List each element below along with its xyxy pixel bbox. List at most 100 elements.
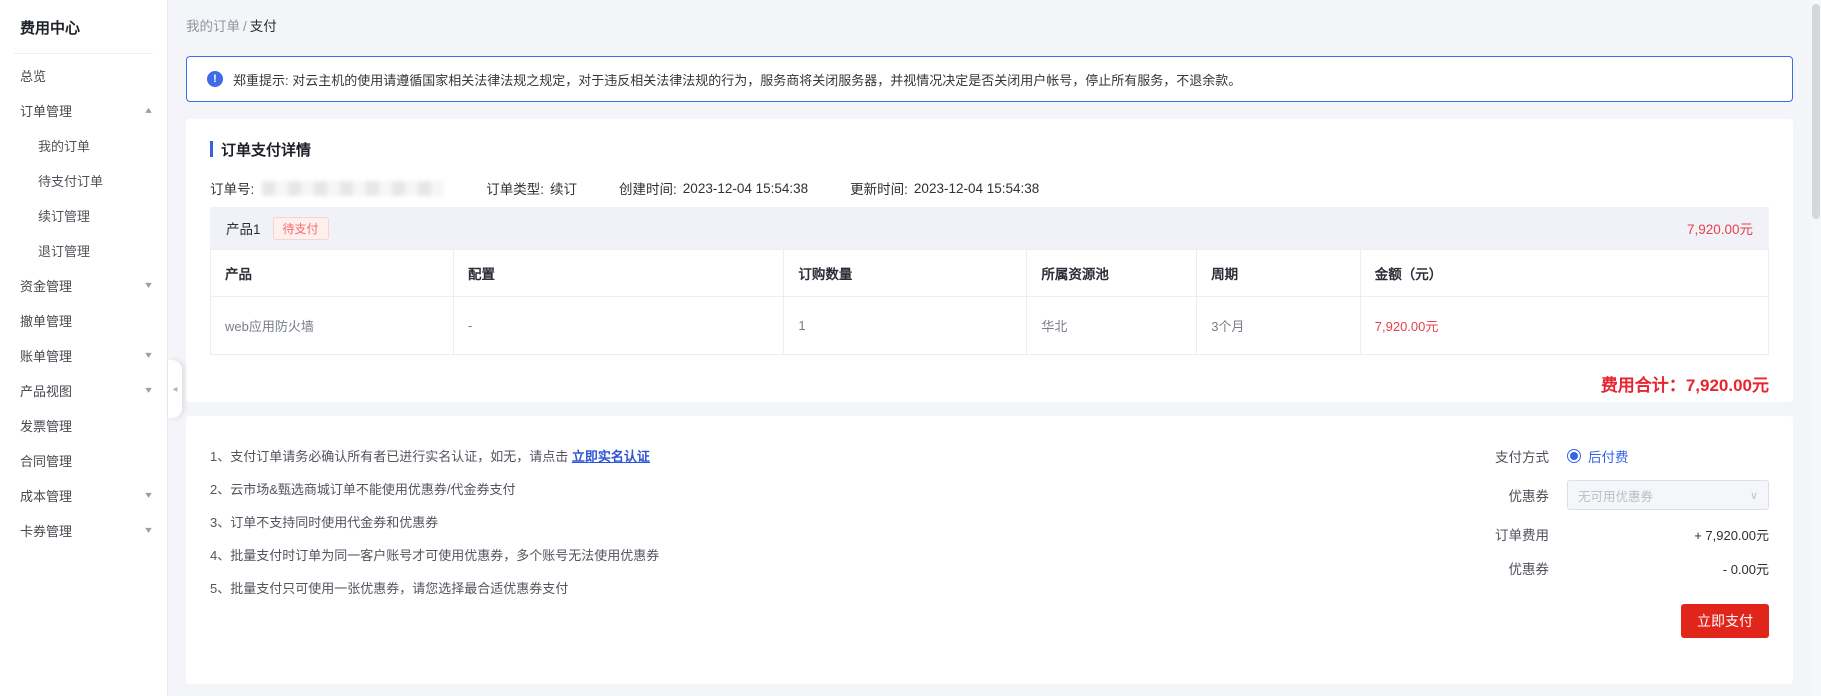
order-number-label: 订单号: xyxy=(210,178,254,198)
order-created-value: 2023-12-04 15:54:38 xyxy=(683,181,808,196)
sidebar-divider xyxy=(14,53,153,54)
chevron-up-icon: ▴ xyxy=(145,105,152,116)
payment-method-row: 支付方式 后付费 xyxy=(1469,446,1769,466)
pay-button-row: 立即支付 xyxy=(1469,604,1769,638)
sidebar-item-label: 账单管理 xyxy=(20,346,72,365)
sidebar-item-pending-orders[interactable]: 待支付订单 xyxy=(0,163,167,198)
breadcrumb-my-orders[interactable]: 我的订单 xyxy=(186,19,240,34)
scrollbar-thumb[interactable] xyxy=(1812,4,1820,219)
coupon-select-wrap: 无可用优惠券 ∨ xyxy=(1567,480,1769,510)
sidebar-item-label: 撤单管理 xyxy=(20,311,72,330)
postpaid-radio-label[interactable]: 后付费 xyxy=(1588,446,1629,466)
title-accent-bar xyxy=(210,141,213,157)
total-cost-label: 费用合计： xyxy=(1601,376,1686,395)
sidebar-item-order-management[interactable]: 订单管理 ▴ xyxy=(0,93,167,128)
payment-notes: 1、支付订单请务必确认所有者已进行实名认证，如无，请点击 立即实名认证 2、云市… xyxy=(210,446,1469,660)
order-type-label: 订单类型: xyxy=(486,178,544,198)
order-updated-value: 2023-12-04 15:54:38 xyxy=(914,181,1039,196)
cell-period: 3个月 xyxy=(1197,297,1361,355)
sidebar-item-label: 卡券管理 xyxy=(20,521,72,540)
cell-resource-pool: 华北 xyxy=(1027,297,1197,355)
chevron-down-icon: ▾ xyxy=(145,385,152,396)
order-number-field: 订单号: xyxy=(210,178,444,198)
main-content: 我的订单/支付 ! 郑重提示: 对云主机的使用请遵循国家相关法律法规之规定，对于… xyxy=(168,0,1811,696)
pay-now-button[interactable]: 立即支付 xyxy=(1681,604,1769,638)
sidebar-item-label: 发票管理 xyxy=(20,416,72,435)
order-number-redacted xyxy=(262,181,444,196)
note-line-1: 1、支付订单请务必确认所有者已进行实名认证，如无，请点击 立即实名认证 xyxy=(210,446,1469,464)
sidebar-item-label: 总览 xyxy=(20,66,46,85)
cell-quantity: 1 xyxy=(784,297,1027,355)
coupon-label: 优惠券 xyxy=(1469,485,1549,505)
sidebar-item-bill-management[interactable]: 账单管理 ▾ xyxy=(0,338,167,373)
sidebar-item-product-view[interactable]: 产品视图 ▾ xyxy=(0,373,167,408)
realname-auth-link[interactable]: 立即实名认证 xyxy=(572,449,650,464)
note-line-5: 5、批量支付只可使用一张优惠券，请您选择最合适优惠券支付 xyxy=(210,578,1469,596)
table-row: web应用防火墙 - 1 华北 3个月 7,920.00元 xyxy=(211,297,1769,355)
note-text: 5、批量支付只可使用一张优惠券，请您选择最合适优惠券支付 xyxy=(210,581,568,596)
order-updated-field: 更新时间: 2023-12-04 15:54:38 xyxy=(850,178,1039,198)
order-created-field: 创建时间: 2023-12-04 15:54:38 xyxy=(619,178,808,198)
status-badge-pending-payment: 待支付 xyxy=(273,217,329,240)
total-cost-line: 费用合计：7,920.00元 xyxy=(210,371,1769,396)
order-detail-card: 订单支付详情 订单号: 订单类型: 续订 创建时间: 2023-12-04 15… xyxy=(186,119,1793,402)
product-group-name: 产品1 xyxy=(226,218,261,238)
note-text: 4、批量支付时订单为同一客户账号才可使用优惠券，多个账号无法使用优惠券 xyxy=(210,548,659,563)
coupon-deduct-row: 优惠券 - 0.00元 xyxy=(1469,558,1769,578)
cell-config: - xyxy=(454,297,784,355)
col-header-product: 产品 xyxy=(211,250,454,297)
sidebar-item-cost-management[interactable]: 成本管理 ▾ xyxy=(0,478,167,513)
col-header-config: 配置 xyxy=(454,250,784,297)
chevron-down-icon: ▾ xyxy=(145,525,152,536)
sidebar-item-my-orders[interactable]: 我的订单 xyxy=(0,128,167,163)
order-updated-label: 更新时间: xyxy=(850,178,908,198)
payment-method-label: 支付方式 xyxy=(1469,446,1549,466)
coupon-select-placeholder: 无可用优惠券 xyxy=(1578,486,1750,505)
order-fee-row: 订单费用 + 7,920.00元 xyxy=(1469,524,1769,544)
col-header-quantity: 订购数量 xyxy=(784,250,1027,297)
order-type-field: 订单类型: 续订 xyxy=(486,178,577,198)
chevron-left-icon: ◂ xyxy=(172,384,177,395)
sidebar-item-contract-management[interactable]: 合同管理 xyxy=(0,443,167,478)
chevron-down-icon: ▾ xyxy=(145,350,152,361)
note-text: 2、云市场&甄选商城订单不能使用优惠券/代金券支付 xyxy=(210,482,516,497)
sidebar-collapse-handle[interactable]: ◂ xyxy=(168,360,182,418)
sidebar-item-funds-management[interactable]: 资金管理 ▾ xyxy=(0,268,167,303)
order-type-value: 续订 xyxy=(550,178,577,198)
sidebar-item-unsubscribe-management[interactable]: 退订管理 xyxy=(0,233,167,268)
page-scrollbar xyxy=(1811,0,1821,696)
note-line-3: 3、订单不支持同时使用代金券和优惠券 xyxy=(210,512,1469,530)
section-title-text: 订单支付详情 xyxy=(221,139,311,160)
note-text: 3、订单不支持同时使用代金券和优惠券 xyxy=(210,515,438,530)
order-fee-value: + 7,920.00元 xyxy=(1567,525,1769,544)
billing-center-app: 费用中心 总览 订单管理 ▴ 我的订单 待支付订单 续订管理 退订管理 资金管理… xyxy=(0,0,1821,696)
postpaid-radio[interactable] xyxy=(1567,449,1581,463)
col-header-amount: 金额（元） xyxy=(1360,250,1768,297)
cell-amount: 7,920.00元 xyxy=(1360,297,1768,355)
chevron-down-icon: ▾ xyxy=(145,490,152,501)
sidebar-item-label: 待支付订单 xyxy=(38,171,103,190)
sidebar-item-label: 我的订单 xyxy=(38,136,90,155)
payment-method-option: 后付费 xyxy=(1567,446,1769,466)
col-header-resource-pool: 所属资源池 xyxy=(1027,250,1197,297)
sidebar-item-label: 资金管理 xyxy=(20,276,72,295)
order-fee-label: 订单费用 xyxy=(1469,524,1549,544)
payment-card: 1、支付订单请务必确认所有者已进行实名认证，如无，请点击 立即实名认证 2、云市… xyxy=(186,416,1793,684)
sidebar-item-label: 合同管理 xyxy=(20,451,72,470)
note-line-2: 2、云市场&甄选商城订单不能使用优惠券/代金券支付 xyxy=(210,479,1469,497)
chevron-down-icon: ∨ xyxy=(1750,489,1758,502)
sidebar-item-label: 成本管理 xyxy=(20,486,72,505)
breadcrumb-separator: / xyxy=(243,19,247,34)
sidebar-item-renew-management[interactable]: 续订管理 xyxy=(0,198,167,233)
sidebar-item-overview[interactable]: 总览 xyxy=(0,58,167,93)
coupon-select-row: 优惠券 无可用优惠券 ∨ xyxy=(1469,480,1769,510)
order-created-label: 创建时间: xyxy=(619,178,677,198)
sidebar-item-invoice-management[interactable]: 发票管理 xyxy=(0,408,167,443)
total-cost-value: 7,920.00元 xyxy=(1686,376,1769,395)
coupon-select[interactable]: 无可用优惠券 ∨ xyxy=(1567,480,1769,510)
sidebar-item-cancel-management[interactable]: 撤单管理 xyxy=(0,303,167,338)
chevron-down-icon: ▾ xyxy=(145,280,152,291)
sidebar-item-coupon-management[interactable]: 卡券管理 ▾ xyxy=(0,513,167,548)
product-group-amount: 7,920.00元 xyxy=(1687,218,1753,238)
product-group-banner: 产品1 待支付 7,920.00元 xyxy=(210,207,1769,249)
